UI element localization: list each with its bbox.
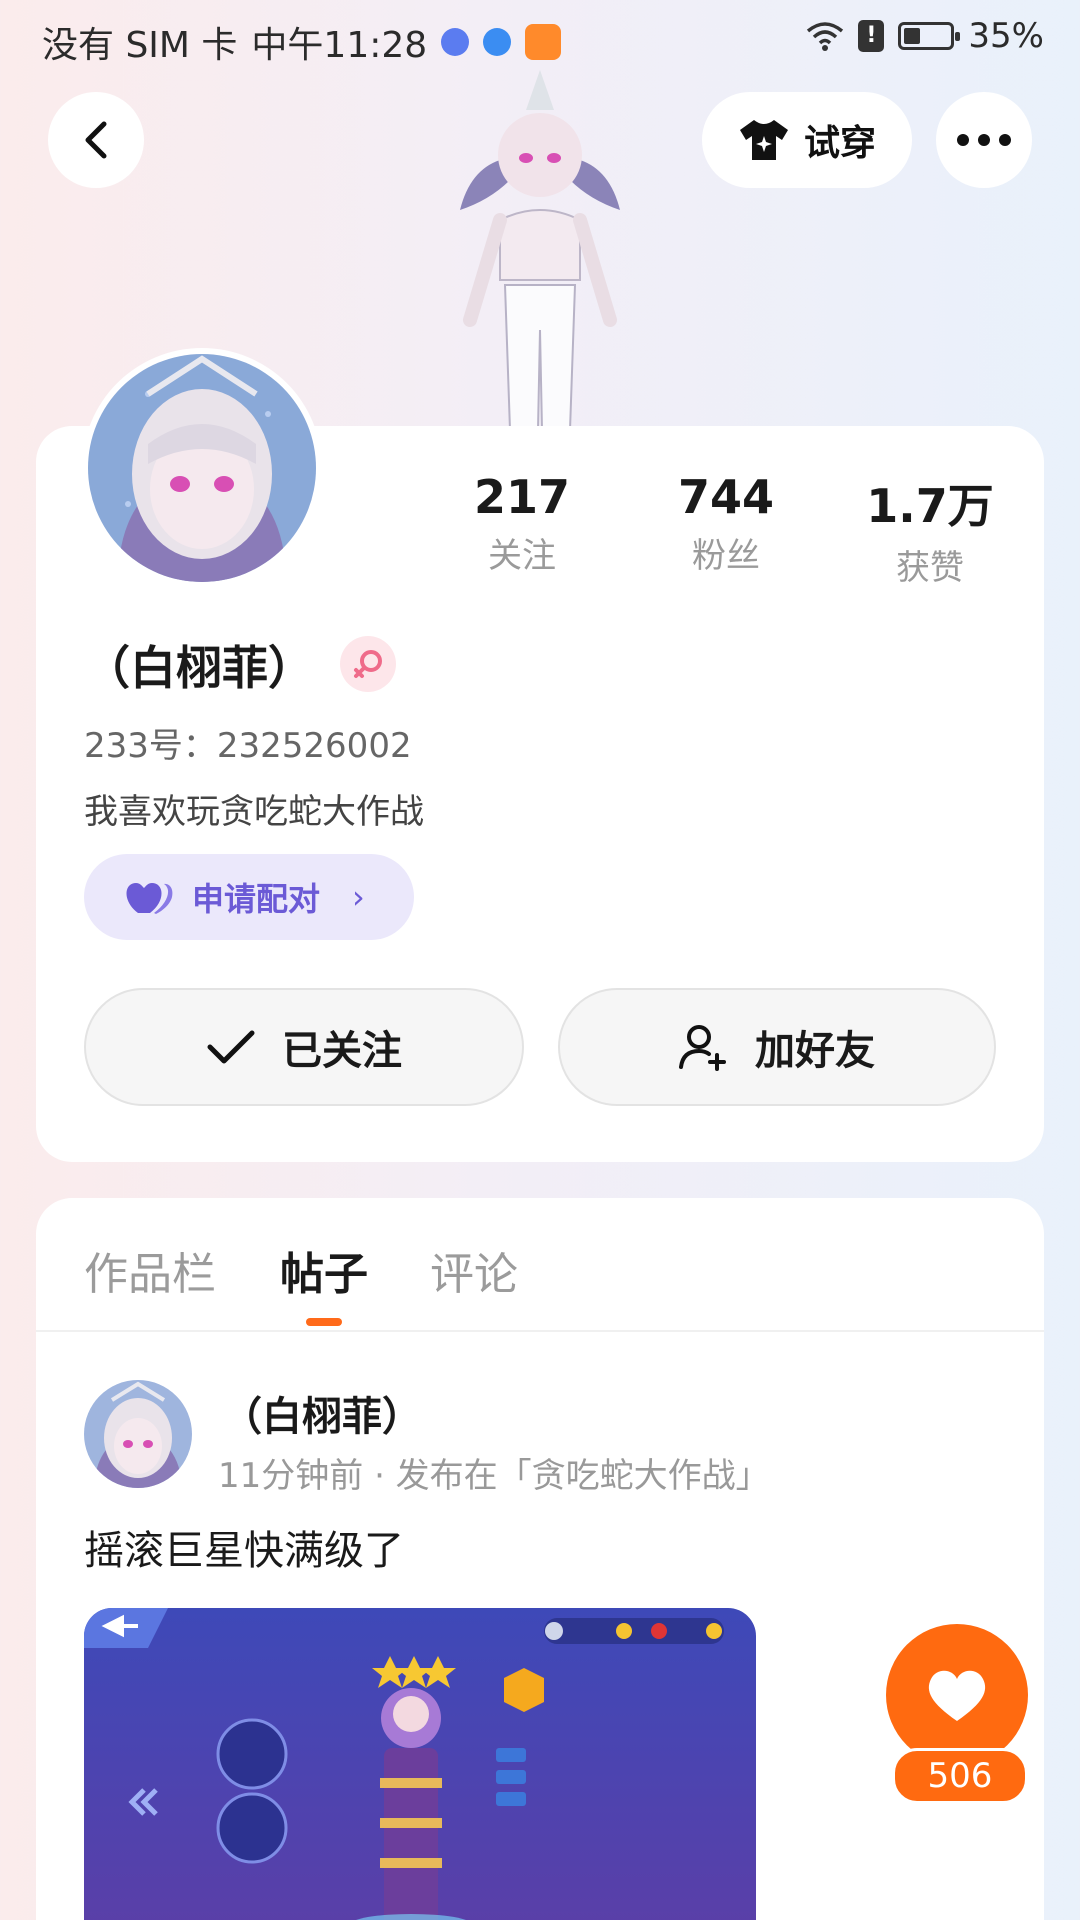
like-button[interactable] [886, 1624, 1028, 1766]
try-on-label: 试穿 [803, 123, 876, 164]
chevron-left-icon [85, 121, 107, 159]
tab-divider [36, 1330, 1044, 1332]
browser-app-icon [483, 28, 512, 56]
avatar-illustration [88, 354, 316, 582]
followed-label: 已关注 [282, 1028, 402, 1074]
user-bio: 我喜欢玩贪吃蛇大作战 [84, 792, 424, 832]
video-app-icon [525, 24, 562, 60]
user-id: 233号：232526002 [84, 726, 412, 766]
add-friend-label: 加好友 [755, 1028, 875, 1074]
post-avatar-illustration [84, 1380, 192, 1488]
tshirt-icon [739, 120, 788, 160]
profile-avatar[interactable] [82, 348, 322, 588]
post-author-name[interactable]: （白栩菲） [222, 1384, 422, 1442]
alert-icon: ! [858, 20, 885, 52]
tab-works[interactable]: 作品栏 [84, 1238, 216, 1302]
active-tab-indicator [306, 1318, 342, 1326]
like-count: 506 [892, 1748, 1028, 1804]
avatar-image [88, 354, 316, 582]
stat-following-label: 关注 [488, 536, 556, 576]
avatar-figure-illustration [460, 70, 620, 430]
stat-following-value: 217 [473, 470, 571, 524]
stat-followers[interactable]: 744 粉丝 [636, 470, 816, 577]
request-pair-label: 申请配对 [192, 880, 321, 918]
status-bar: 没有 SIM 卡 中午11:28 ! 35% [0, 0, 1080, 76]
chevron-right-icon: › [352, 878, 365, 916]
post-text: 摇滚巨星快满级了 [84, 1528, 404, 1574]
female-gender-icon [340, 636, 396, 692]
profile-name: （白栩菲） [84, 641, 314, 695]
request-pair-button[interactable]: 申请配对 › [84, 854, 414, 940]
more-dots-icon [957, 134, 1011, 146]
battery-text: 35% [968, 16, 1044, 56]
wifi-icon [807, 22, 844, 51]
double-heart-icon [126, 883, 173, 914]
back-button[interactable] [48, 92, 144, 188]
stat-likes-label: 获赞 [896, 548, 964, 588]
stat-likes-value: 1.7万 [866, 479, 994, 533]
clock-text: 中午11:28 [251, 25, 428, 66]
music-app-icon [441, 28, 470, 56]
more-button[interactable] [936, 92, 1032, 188]
battery-fill [904, 28, 920, 44]
stat-followers-label: 粉丝 [692, 536, 760, 576]
tab-comments[interactable]: 评论 [430, 1238, 518, 1302]
try-on-button[interactable]: 试穿 [702, 92, 912, 188]
post-author-avatar[interactable] [84, 1380, 192, 1488]
status-right: ! 35% [806, 16, 1044, 56]
checkmark-icon [207, 1030, 255, 1064]
status-left: 没有 SIM 卡 中午11:28 [42, 16, 562, 68]
battery-icon [898, 22, 961, 50]
followed-button[interactable]: 已关注 [84, 988, 524, 1106]
add-friend-button[interactable]: 加好友 [558, 988, 996, 1106]
carrier-text: 没有 SIM 卡 [42, 25, 238, 66]
add-user-icon [679, 1025, 726, 1071]
post-image[interactable] [84, 1608, 756, 1920]
game-screenshot-illustration [84, 1608, 756, 1920]
tab-posts[interactable]: 帖子 [280, 1238, 368, 1302]
stat-likes[interactable]: 1.7万 获赞 [840, 470, 1020, 589]
post-meta: 11分钟前 · 发布在「贪吃蛇大作战」 [218, 1456, 770, 1496]
heart-icon [928, 1670, 986, 1721]
stat-following[interactable]: 217 关注 [432, 470, 612, 577]
stat-followers-value: 744 [677, 470, 775, 524]
